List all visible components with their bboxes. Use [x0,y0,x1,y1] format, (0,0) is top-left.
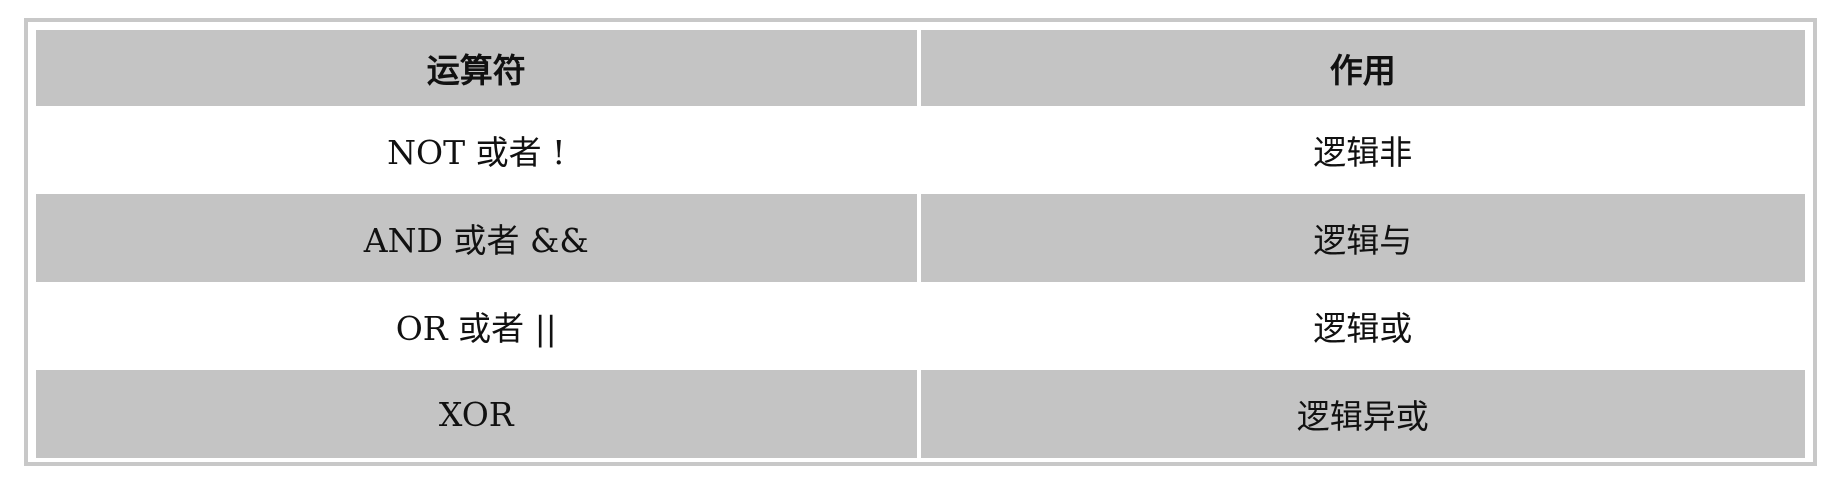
header-function: 作用 [920,30,1805,106]
table-row: NOT 或者 ! 逻辑非 [36,106,1805,194]
cell-operator: AND 或者 && [36,194,921,282]
logical-operators-table: 运算符 作用 NOT 或者 ! 逻辑非 AND 或者 && 逻辑与 OR 或者 … [36,30,1805,458]
cell-function: 逻辑或 [920,282,1805,370]
header-operator: 运算符 [36,30,921,106]
cell-function: 逻辑非 [920,106,1805,194]
table-header-row: 运算符 作用 [36,30,1805,106]
operators-table-frame: 运算符 作用 NOT 或者 ! 逻辑非 AND 或者 && 逻辑与 OR 或者 … [24,18,1817,466]
cell-function: 逻辑与 [920,194,1805,282]
table-row: OR 或者 || 逻辑或 [36,282,1805,370]
cell-operator: NOT 或者 ! [36,106,921,194]
table-row: XOR 逻辑异或 [36,370,1805,458]
cell-function: 逻辑异或 [920,370,1805,458]
table-row: AND 或者 && 逻辑与 [36,194,1805,282]
cell-operator: OR 或者 || [36,282,921,370]
cell-operator: XOR [36,370,921,458]
